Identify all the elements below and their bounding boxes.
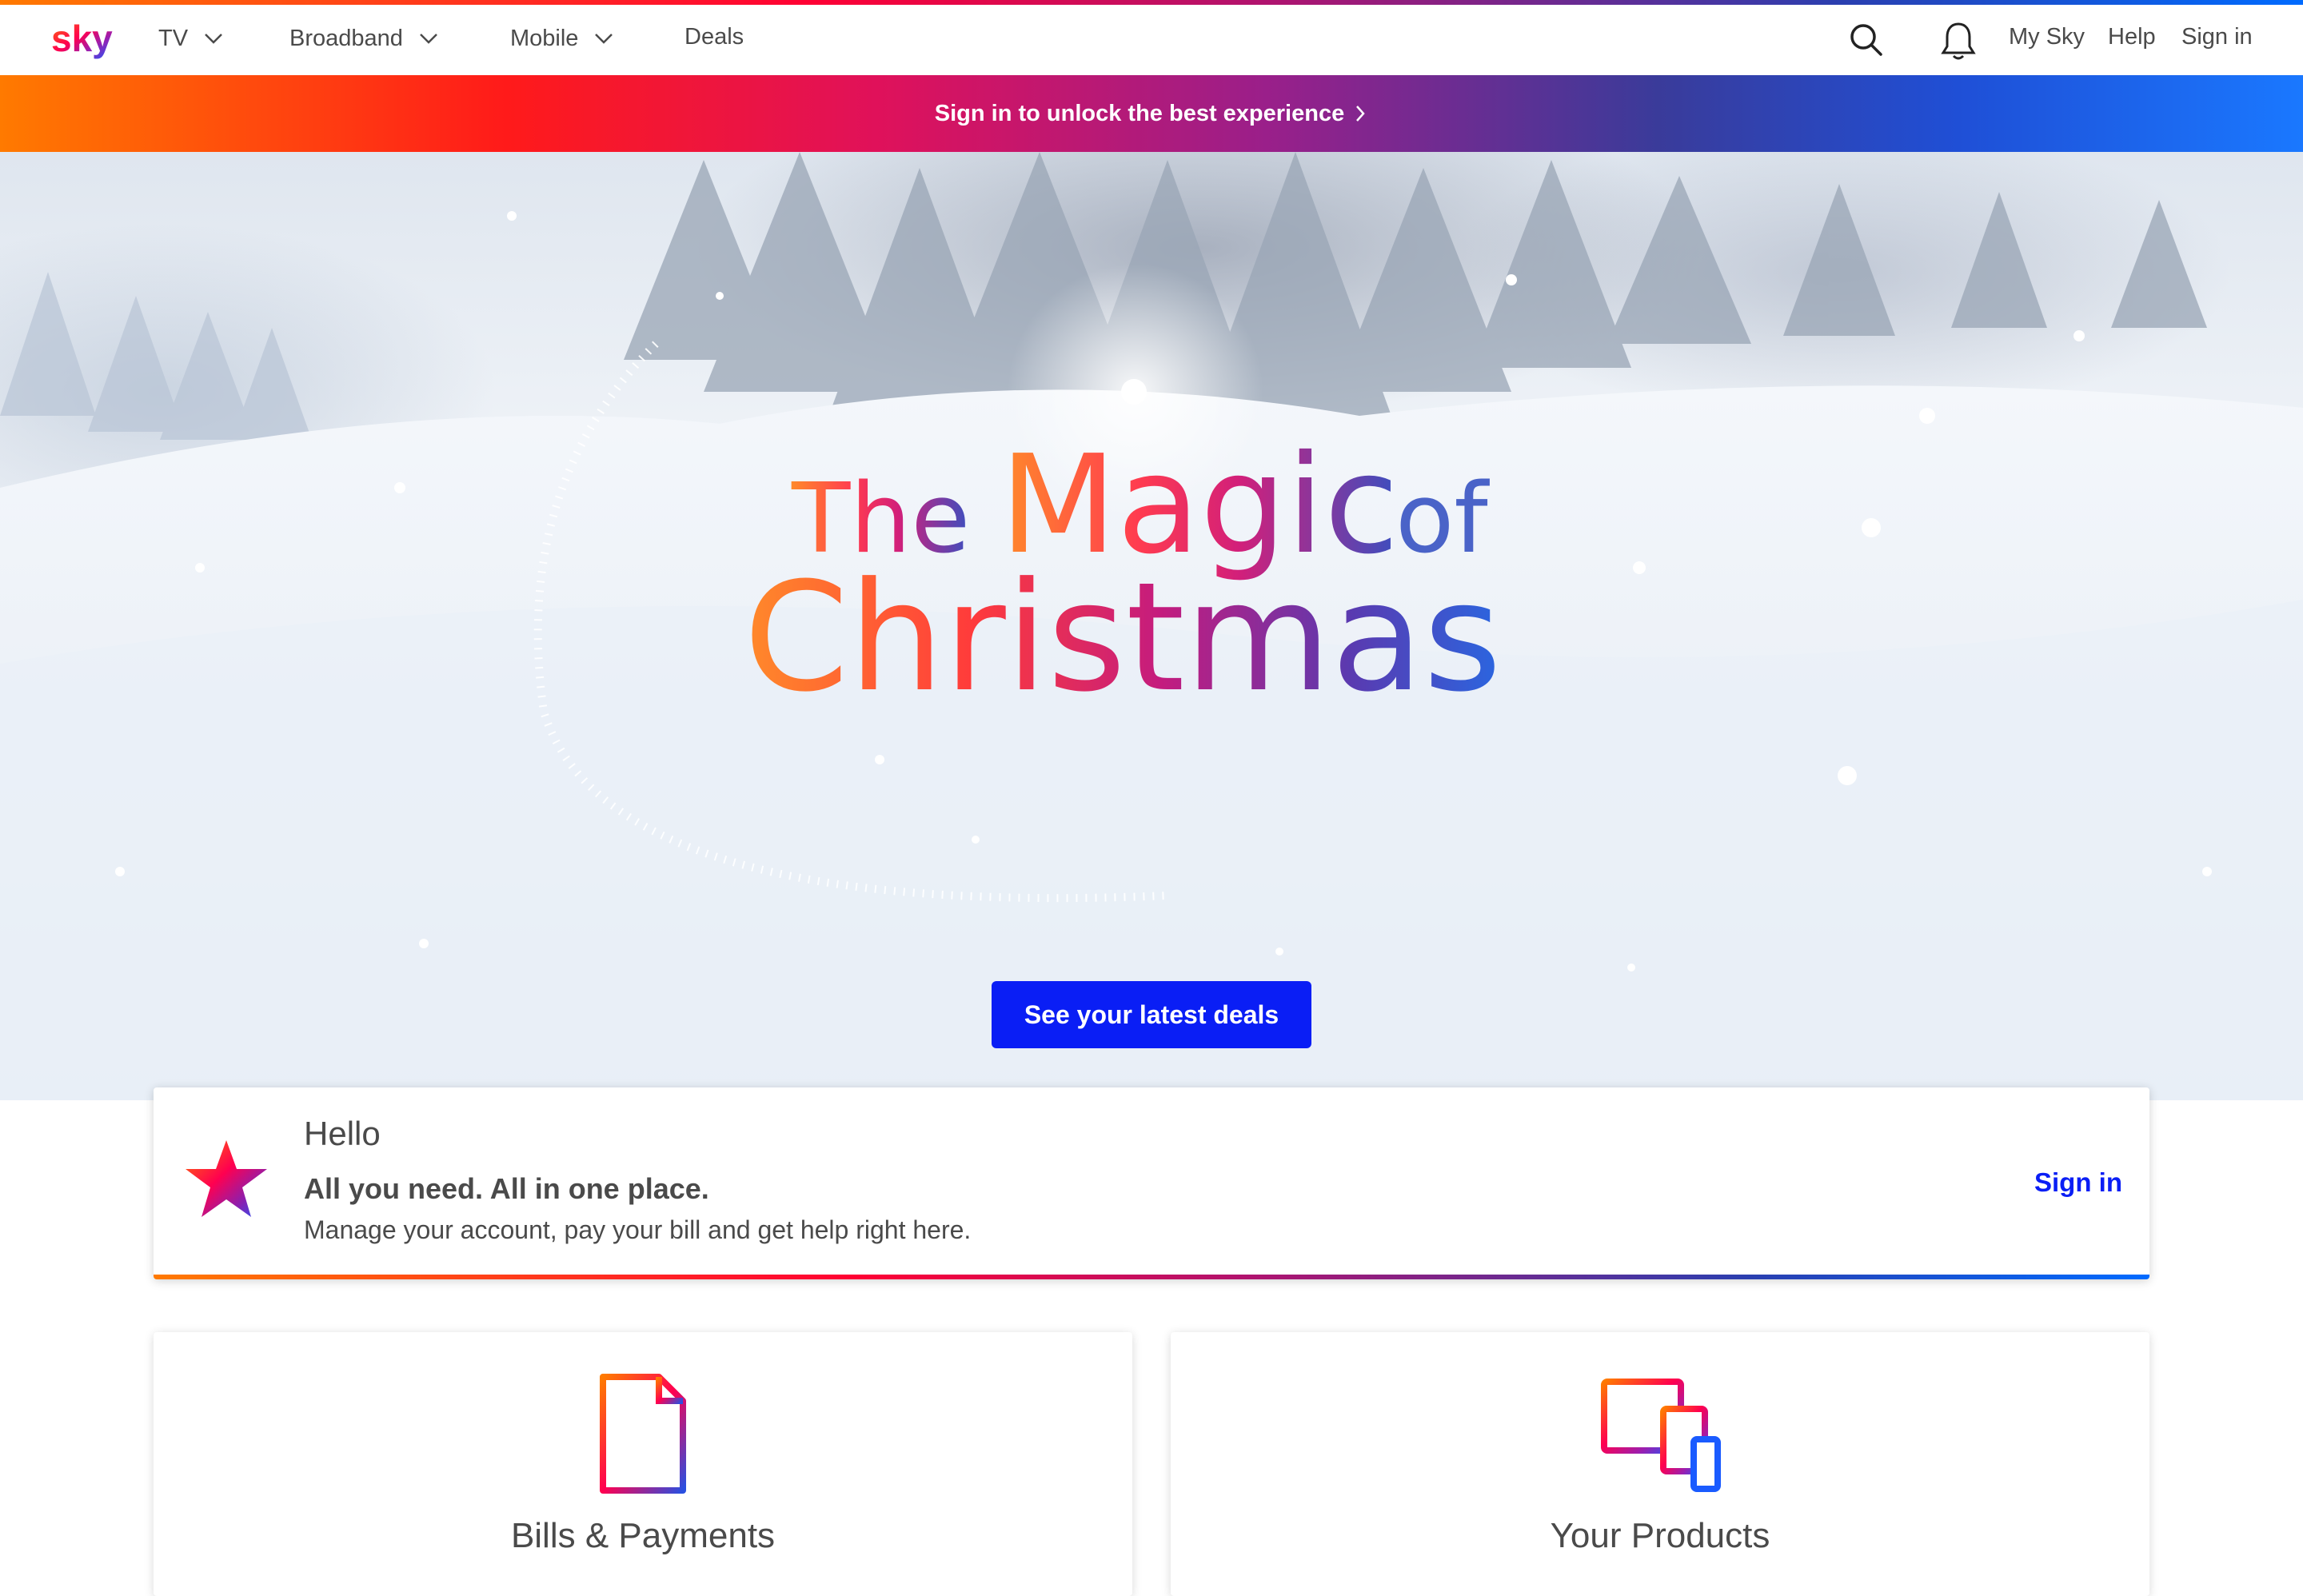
search-icon[interactable]: [1847, 21, 1886, 59]
nav-help[interactable]: Help: [2108, 24, 2156, 50]
bills-payments-card[interactable]: Bills & Payments: [154, 1332, 1132, 1596]
nav-tv[interactable]: TV: [158, 24, 228, 53]
devices-icon: [1601, 1379, 1721, 1492]
chevron-down-icon: [595, 34, 613, 44]
hello-subtitle: All you need. All in one place.: [304, 1172, 709, 1205]
hello-gradient-bar: [154, 1275, 2149, 1279]
svg-text:sky: sky: [51, 18, 113, 59]
hero-christmas: The Magic of Christmas: [0, 152, 2303, 1100]
nav-my-sky[interactable]: My Sky: [2009, 24, 2085, 50]
chevron-right-icon: [1356, 106, 1365, 122]
hello-title: Hello: [304, 1115, 381, 1152]
bill-document-icon: [600, 1374, 686, 1494]
chevron-down-icon: [420, 34, 437, 44]
hero-title-christmas: Christmas: [744, 550, 1502, 725]
main-navigation: sky TV Broadband Mobile Deals My Sky Hel…: [0, 5, 2303, 75]
sign-in-banner-link[interactable]: Sign in to unlock the best experience: [935, 101, 1368, 127]
sign-in-banner: Sign in to unlock the best experience: [0, 75, 2303, 152]
nav-sign-in[interactable]: Sign in: [2181, 24, 2253, 50]
star-icon: [186, 1140, 267, 1217]
notification-bell-icon[interactable]: [1938, 19, 1978, 62]
nav-deals[interactable]: Deals: [685, 24, 744, 50]
see-latest-deals-button[interactable]: See your latest deals: [992, 981, 1311, 1048]
nav-broadband[interactable]: Broadband: [289, 24, 443, 53]
hello-sign-in-link[interactable]: Sign in: [2034, 1167, 2122, 1198]
nav-mobile[interactable]: Mobile: [510, 24, 618, 53]
chevron-down-icon: [205, 34, 222, 44]
sky-logo[interactable]: sky: [50, 16, 114, 64]
snow-scene-illustration: The Magic of Christmas: [0, 152, 2303, 1100]
bills-payments-label: Bills & Payments: [510, 1516, 776, 1555]
hello-body: Manage your account, pay your bill and g…: [304, 1215, 972, 1244]
your-products-label: Your Products: [1550, 1516, 1770, 1555]
your-products-card[interactable]: Your Products: [1171, 1332, 2149, 1596]
hello-card: Hello All you need. All in one place. Ma…: [154, 1087, 2149, 1279]
